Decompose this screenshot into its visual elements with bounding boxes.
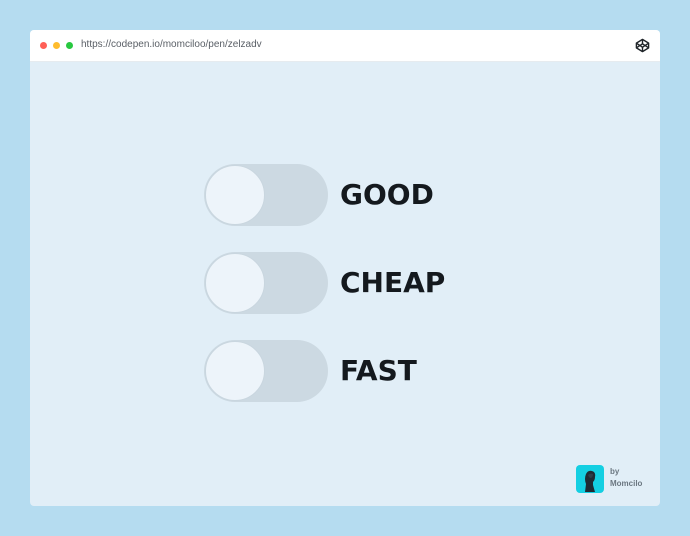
toggle-knob[interactable] xyxy=(205,165,265,225)
toggle-knob[interactable] xyxy=(205,253,265,313)
toggle-row-cheap: CHEAP xyxy=(204,252,504,314)
toggle-group: GOOD CHEAP FAST xyxy=(204,164,504,428)
cheap-toggle-label[interactable]: CHEAP xyxy=(340,265,445,301)
author-portrait-icon xyxy=(585,470,596,492)
toggle-knob[interactable] xyxy=(205,341,265,401)
cheap-toggle-switch[interactable] xyxy=(204,252,328,314)
author-credit[interactable]: by Momcilo xyxy=(576,464,656,494)
author-credit-text: by Momcilo xyxy=(610,466,642,490)
avatar[interactable] xyxy=(576,465,604,493)
codepen-icon[interactable] xyxy=(635,38,650,53)
minimize-window-dot[interactable] xyxy=(53,42,60,49)
maximize-window-dot[interactable] xyxy=(66,42,73,49)
browser-window: https://codepen.io/momciloo/pen/zelzadv … xyxy=(30,30,660,506)
toggle-row-fast: FAST xyxy=(204,340,504,402)
credit-by-label: by xyxy=(610,467,620,476)
fast-toggle-label[interactable]: FAST xyxy=(340,353,417,389)
credit-author-name: Momcilo xyxy=(610,479,643,488)
browser-titlebar: https://codepen.io/momciloo/pen/zelzadv xyxy=(30,30,660,62)
good-toggle-label[interactable]: GOOD xyxy=(340,177,434,213)
toggle-row-good: GOOD xyxy=(204,164,504,226)
close-window-dot[interactable] xyxy=(40,42,47,49)
address-bar-url[interactable]: https://codepen.io/momciloo/pen/zelzadv xyxy=(81,38,262,52)
good-toggle-switch[interactable] xyxy=(204,164,328,226)
fast-toggle-switch[interactable] xyxy=(204,340,328,402)
